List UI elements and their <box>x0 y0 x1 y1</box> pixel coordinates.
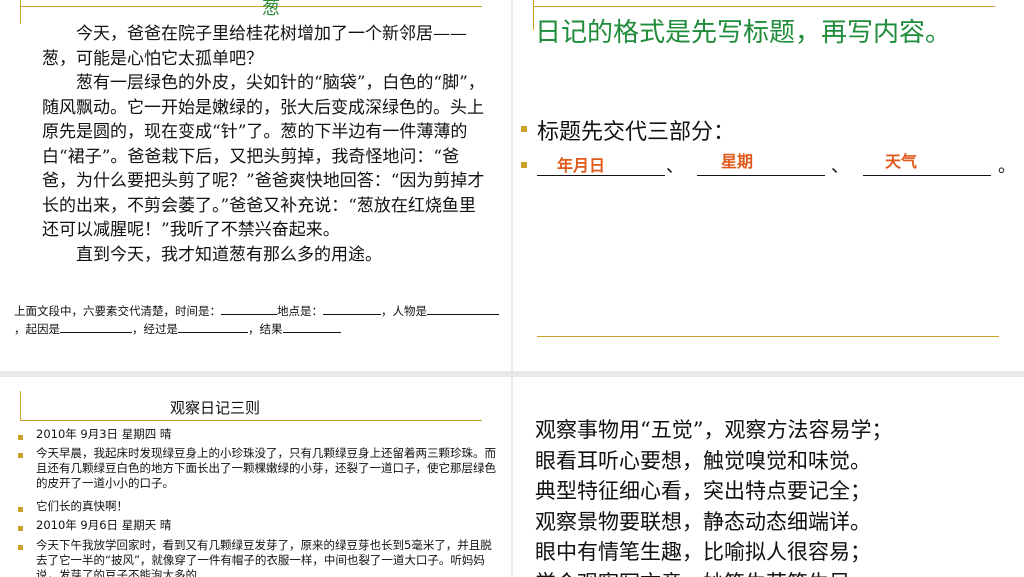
story-paragraph: 葱有一层绿色的外皮，尖如针的“脑袋”，白色的“脚”，随风飘动。它一开始是嫩绿的，… <box>42 73 485 240</box>
bullet-square-icon <box>18 526 23 531</box>
top-rule <box>20 420 482 421</box>
diary-entry-text: 它们长的真快啊！ <box>36 499 128 513</box>
format-heading: 日记的格式是先写标题，再写内容。 <box>535 18 952 48</box>
period: 。 <box>998 156 1016 177</box>
question-text: ，人物是 <box>381 304 427 318</box>
rhyme-line: 观察景物要联想，静态动态细端详。 <box>535 509 871 534</box>
diary-entry-date: 2010年 9月6日 星期天 晴 <box>36 518 172 532</box>
answer-weekday: 星期 <box>721 152 754 171</box>
rhyme-line: 观察事物用“五觉”，观察方法容易学； <box>535 418 893 442</box>
answer-line <box>863 175 991 176</box>
bullet-square-icon <box>521 126 527 132</box>
diary-title: 观察日记三则 <box>170 399 261 417</box>
diary-entry-text: 今天早晨，我起床时发现绿豆身上的小珍珠没了，只有几颗绿豆身上还留着两三颗珍珠。而… <box>36 446 496 490</box>
left-rule <box>20 391 21 421</box>
slide-observation-diary: 观察日记三则 2010年 9月3日 星期四 晴 今天早晨，我起床时发现绿豆身上的… <box>0 377 511 577</box>
question-text: ，经过是 <box>132 322 178 336</box>
answer-weather: 天气 <box>885 152 918 171</box>
diary-entry-text: 今天下午我放学回家时，看到又有几颗绿豆发芽了，原来的绿豆芽也长到5毫米了，并且脱… <box>36 538 492 577</box>
rhyme-line: 学会观察写文章，妙笔生花笔生另 <box>535 568 892 577</box>
slide-diary-format: 日记的格式是先写标题，再写内容。 标题先交代三部分： 年月日 、 星期 、 天气… <box>513 0 1024 371</box>
left-rule <box>533 0 534 30</box>
rhyme-line: 眼中有情笔生趣，比喻拟人很容易； <box>535 540 871 564</box>
answer-blank[interactable] <box>282 320 341 333</box>
story-paragraph: 今天，爸爸在院子里给桂花树增加了一个新邻居——葱，可能是心怕它太孤单吧？ <box>42 24 467 69</box>
answer-blank[interactable] <box>221 302 277 315</box>
answer-blank[interactable] <box>427 302 499 315</box>
observation-rhyme: 观察事物用“五觉”，观察方法容易学； 眼看耳听心要想，触觉嗅觉和味觉。 典型特征… <box>535 415 892 577</box>
answer-blank[interactable] <box>60 320 132 333</box>
question-text: 地点是： <box>277 304 323 318</box>
separator: 、 <box>666 156 684 177</box>
story-title: 葱 <box>262 0 280 19</box>
bullet-square-icon <box>18 453 23 458</box>
bullet-square-icon <box>18 507 23 512</box>
bullet-square-icon <box>521 162 527 168</box>
six-elements-question: 上面文段中，六要素交代清楚，时间是： 地点是： ，人物是 ，起因是 ，经过是 ，结果 <box>14 302 506 338</box>
rhyme-line: 典型特征细心看，突出特点要记全； <box>535 479 871 503</box>
story-paragraph: 直到今天，我才知道葱有那么多的用途。 <box>76 244 382 265</box>
answer-line <box>537 175 665 176</box>
answer-blank[interactable] <box>323 302 381 315</box>
slide-story: 葱 今天，爸爸在院子里给桂花树增加了一个新邻居——葱，可能是心怕它太孤单吧？ 葱… <box>0 0 511 371</box>
question-text: 上面文段中，六要素交代清楚，时间是： <box>14 304 221 318</box>
bullet-title-parts: 标题先交代三部分： <box>537 120 736 145</box>
answer-line <box>697 175 825 176</box>
slide-observation-rhyme: 观察事物用“五觉”，观察方法容易学； 眼看耳听心要想，触觉嗅觉和味觉。 典型特征… <box>513 377 1024 577</box>
question-text: ，结果 <box>248 322 283 336</box>
top-rule <box>20 6 482 7</box>
answer-date: 年月日 <box>557 156 606 175</box>
answer-blank[interactable] <box>178 320 248 333</box>
bullet-square-icon <box>18 435 23 440</box>
diary-entry-date: 2010年 9月3日 星期四 晴 <box>36 427 172 441</box>
story-text: 今天，爸爸在院子里给桂花树增加了一个新邻居——葱，可能是心怕它太孤单吧？ 葱有一… <box>42 22 492 267</box>
top-rule <box>533 6 995 7</box>
question-text: ，起因是 <box>14 322 60 336</box>
bullet-square-icon <box>18 545 23 550</box>
rhyme-line: 眼看耳听心要想，触觉嗅觉和味觉。 <box>535 448 871 473</box>
bottom-rule <box>537 336 999 337</box>
left-rule <box>20 0 21 24</box>
separator: 、 <box>831 156 849 177</box>
